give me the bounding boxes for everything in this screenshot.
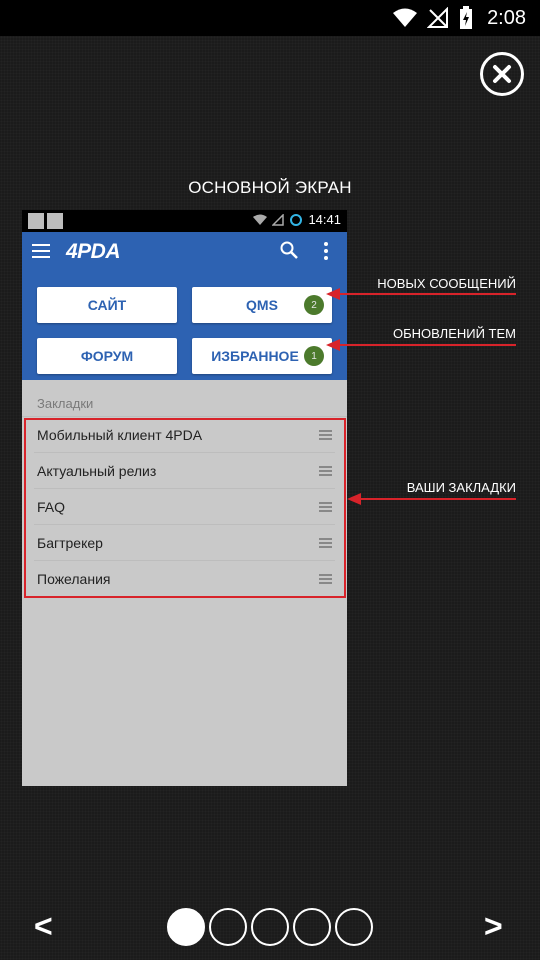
search-icon[interactable] — [280, 241, 298, 259]
annotation-topic-updates: ОБНОВЛЕНИЙ ТЕМ — [393, 326, 516, 341]
preview-time: 14:41 — [308, 212, 341, 227]
annotation-new-messages: НОВЫХ СООБЩЕНИЙ — [377, 276, 516, 291]
status-bar: 2:08 — [0, 0, 540, 36]
arrow-line — [338, 344, 516, 346]
qms-badge: 2 — [304, 295, 324, 315]
page-dot-active[interactable] — [167, 908, 205, 946]
forum-button-label: ФОРУМ — [80, 348, 134, 364]
bookmarks-section-label: Закладки — [37, 396, 94, 411]
status-time: 2:08 — [487, 6, 526, 29]
app-logo: 4PDA — [66, 240, 121, 263]
annotation-your-bookmarks: ВАШИ ЗАКЛАДКИ — [406, 480, 516, 495]
qms-button-label: QMS — [246, 297, 278, 313]
arrow-line — [359, 498, 516, 500]
prev-page-button[interactable]: < — [34, 908, 53, 945]
page-dot[interactable] — [209, 908, 247, 946]
signal-icon — [272, 213, 285, 226]
arrow-line — [338, 293, 516, 295]
close-icon — [493, 65, 511, 83]
notification-icon — [28, 213, 44, 229]
site-button[interactable]: САЙТ — [37, 287, 177, 323]
notification-icon — [47, 213, 63, 229]
favorites-button[interactable]: ИЗБРАННОЕ 1 — [192, 338, 332, 374]
preview-header: 4PDA САЙТ QMS 2 ФОРУМ ИЗБРАННОЕ 1 — [22, 232, 347, 380]
wifi-icon — [253, 214, 268, 225]
page-dot[interactable] — [251, 908, 289, 946]
qms-button[interactable]: QMS 2 — [192, 287, 332, 323]
favorites-button-label: ИЗБРАННОЕ — [211, 348, 299, 364]
favorites-badge: 1 — [304, 346, 324, 366]
page-indicator — [167, 908, 373, 946]
next-page-button[interactable]: > — [484, 908, 503, 945]
page-dot[interactable] — [293, 908, 331, 946]
wifi-icon — [393, 8, 418, 27]
menu-icon[interactable] — [32, 244, 50, 258]
page-dot[interactable] — [335, 908, 373, 946]
close-button[interactable] — [480, 52, 524, 96]
no-signal-icon — [427, 7, 449, 28]
forum-button[interactable]: ФОРУМ — [37, 338, 177, 374]
site-button-label: САЙТ — [87, 297, 127, 313]
battery-charging-icon — [460, 6, 473, 29]
sync-icon — [290, 213, 303, 226]
preview-status-bar: 14:41 — [22, 210, 347, 232]
more-icon[interactable] — [324, 242, 328, 263]
bookmarks-highlight — [24, 418, 346, 598]
screen-title: ОСНОВНОЙ ЭКРАН — [188, 178, 352, 197]
